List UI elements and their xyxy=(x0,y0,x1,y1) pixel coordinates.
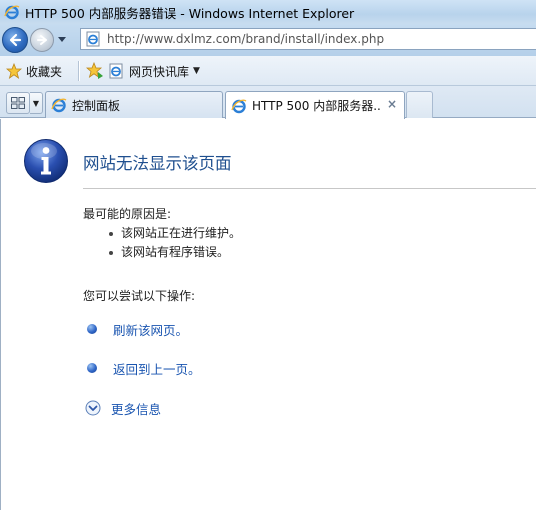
forward-arrow-icon xyxy=(37,35,47,45)
chevron-down-icon: ▼ xyxy=(193,66,200,76)
favorites-bar: 收藏夹 网页快讯库 ▼ xyxy=(0,56,536,86)
reason-text: 该网站正在进行维护。 xyxy=(121,226,242,240)
star-icon xyxy=(6,63,22,79)
reason-text: 该网站有程序错误。 xyxy=(121,245,230,259)
url-text[interactable]: http://www.dxlmz.com/brand/install/index… xyxy=(107,32,384,46)
web-slice-label: 网页快讯库 xyxy=(129,64,190,79)
tab-http-500[interactable]: HTTP 500 内部服务器... × xyxy=(225,91,405,119)
go-back-action[interactable]: 返回到上一页。 xyxy=(85,359,201,377)
more-info-action[interactable]: 更多信息 xyxy=(85,399,161,417)
browser-window: HTTP 500 内部服务器错误 - Windows Internet Expl… xyxy=(0,0,536,510)
back-arrow-icon xyxy=(9,33,22,47)
refresh-page-action[interactable]: 刷新该网页。 xyxy=(85,320,188,338)
actions-heading: 您可以尝试以下操作: xyxy=(83,289,196,303)
back-button[interactable] xyxy=(2,27,28,53)
favorites-label: 收藏夹 xyxy=(26,64,63,79)
list-item: 该网站正在进行维护。 xyxy=(107,224,241,243)
forward-button[interactable] xyxy=(30,28,54,52)
recent-pages-dropdown[interactable] xyxy=(57,35,67,45)
tab-bar: ▼ 控制面板 HTTP 500 内部服务器... × xyxy=(0,86,536,119)
reasons-list: 该网站正在进行维护。 该网站有程序错误。 xyxy=(107,224,241,262)
bullet-icon xyxy=(109,232,113,236)
close-tab-icon[interactable]: × xyxy=(386,98,398,110)
tab-label: 控制面板 xyxy=(72,98,121,113)
blue-bullet-icon xyxy=(87,363,97,373)
ie-logo-icon xyxy=(4,5,20,20)
new-tab-button[interactable] xyxy=(406,91,433,118)
page-title: 网站无法显示该页面 xyxy=(83,154,232,173)
refresh-link[interactable]: 刷新该网页。 xyxy=(113,320,188,339)
go-back-link[interactable]: 返回到上一页。 xyxy=(113,359,201,378)
ie-logo-icon xyxy=(231,99,247,113)
window-title: HTTP 500 内部服务器错误 - Windows Internet Expl… xyxy=(25,5,355,21)
ie-page-icon xyxy=(109,63,123,79)
address-bar[interactable]: http://www.dxlmz.com/brand/install/index… xyxy=(80,28,536,50)
tab-control-panel[interactable]: 控制面板 xyxy=(45,91,223,118)
page-content: 网站无法显示该页面 最可能的原因是: 该网站正在进行维护。 该网站有程序错误。 … xyxy=(0,119,536,510)
blue-bullet-icon xyxy=(87,324,97,334)
bullet-icon xyxy=(109,251,113,255)
tab-list-button[interactable]: ▼ xyxy=(30,92,43,114)
web-slice-gallery-button[interactable]: 网页快讯库 ▼ xyxy=(108,62,200,80)
toolbar-separator xyxy=(78,61,79,81)
tab-label: HTTP 500 内部服务器... xyxy=(252,99,382,113)
quick-tabs-button[interactable] xyxy=(6,92,30,114)
favorites-button[interactable]: 收藏夹 xyxy=(6,62,62,80)
navigation-bar: http://www.dxlmz.com/brand/install/index… xyxy=(0,24,536,56)
title-bar: HTTP 500 内部服务器错误 - Windows Internet Expl… xyxy=(0,0,536,24)
quick-tabs-grid-icon xyxy=(11,97,25,109)
ie-logo-icon xyxy=(51,98,67,113)
reasons-heading: 最可能的原因是: xyxy=(83,207,172,221)
list-item: 该网站有程序错误。 xyxy=(107,243,241,262)
add-favorite-star-icon[interactable] xyxy=(86,62,104,80)
more-info-link[interactable]: 更多信息 xyxy=(111,399,161,418)
page-icon xyxy=(86,31,100,47)
expand-chevron-icon xyxy=(85,400,101,416)
chevron-down-icon xyxy=(58,37,66,42)
divider xyxy=(83,188,536,189)
info-icon xyxy=(24,139,68,183)
